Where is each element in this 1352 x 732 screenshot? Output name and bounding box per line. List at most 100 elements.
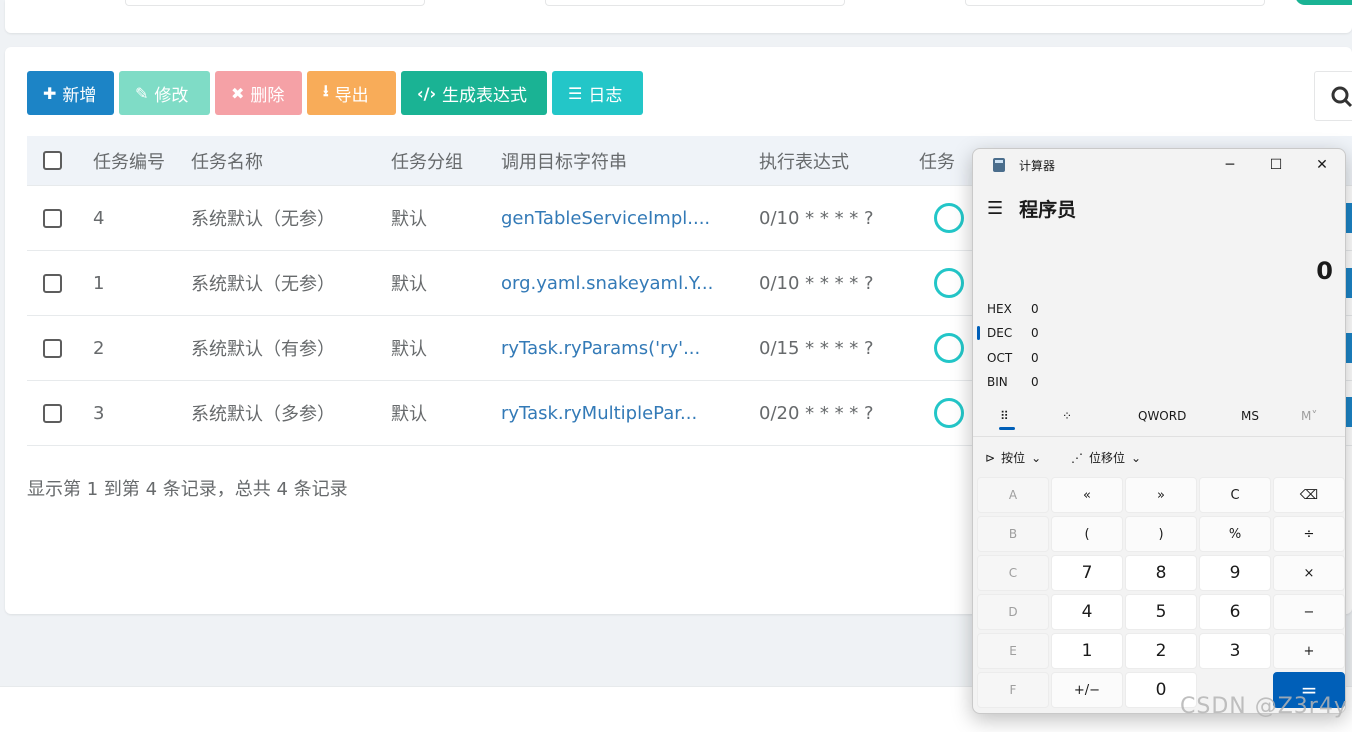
- key-add[interactable]: +: [1273, 633, 1345, 669]
- edit-icon: ✎: [135, 83, 149, 103]
- key-8[interactable]: 8: [1125, 555, 1197, 591]
- key-divide[interactable]: ÷: [1273, 516, 1345, 552]
- calculator-titlebar[interactable]: 计算器 ─ ☐ ✕: [973, 149, 1345, 181]
- memory-store-button[interactable]: MS: [1241, 409, 1259, 423]
- download-icon: ⭳: [323, 80, 329, 100]
- divider: [973, 436, 1345, 437]
- close-icon[interactable]: ✕: [1299, 149, 1345, 181]
- radix-selected-indicator: [977, 326, 980, 340]
- header-job-id[interactable]: 任务编号: [81, 148, 191, 174]
- key-6[interactable]: 6: [1199, 594, 1271, 630]
- cell-cron-expression: 0/10 * * * * ?: [759, 272, 874, 294]
- key-backspace[interactable]: ⌫: [1273, 477, 1345, 513]
- list-icon: ☰: [568, 83, 583, 103]
- cell-job-name: 系统默认（多参）: [191, 404, 335, 425]
- select-all-checkbox[interactable]: [43, 151, 62, 170]
- bitshift-dropdown[interactable]: ⋰ 位移位 ⌄: [1071, 449, 1141, 466]
- key-shift-right[interactable]: »: [1125, 477, 1197, 513]
- status-toggle[interactable]: [934, 398, 964, 428]
- radix-hex[interactable]: HEX 0: [987, 302, 1039, 316]
- plus-icon: ✚: [43, 83, 57, 103]
- header-invoke-target[interactable]: 调用目标字符串: [501, 148, 759, 174]
- search-icon: [1331, 86, 1352, 108]
- key-open-paren[interactable]: (: [1051, 516, 1123, 552]
- keypad-selected-indicator: [999, 427, 1015, 430]
- watermark: CSDN @Z3r4y: [1180, 694, 1348, 719]
- pagination-info: 显示第 1 到第 4 条记录，总共 4 条记录: [27, 479, 348, 500]
- calculator-app-icon: [993, 158, 1005, 172]
- bit-toggle-keypad-icon[interactable]: ⁘: [1062, 409, 1072, 423]
- full-keypad-icon[interactable]: ⠿: [1000, 409, 1009, 423]
- key-hex-f[interactable]: F: [977, 672, 1049, 708]
- cell-invoke-target-link[interactable]: ryTask.ryMultiplePar...: [501, 403, 759, 424]
- row-checkbox[interactable]: [43, 403, 62, 423]
- bitwise-dropdown[interactable]: ⊳ 按位 ⌄: [985, 449, 1041, 466]
- key-hex-a[interactable]: A: [977, 477, 1049, 513]
- memory-menu-button[interactable]: M˅: [1301, 409, 1317, 423]
- key-close-paren[interactable]: ): [1125, 516, 1197, 552]
- toolbar: ✚ 新增 ✎ 修改 ✖ 删除 ⭳ 导出 ‹/› 生成表达式 ☰ 日志: [27, 71, 643, 115]
- export-button[interactable]: ⭳ 导出: [307, 71, 396, 115]
- cell-job-group: 默认: [391, 209, 427, 230]
- search-field-1[interactable]: [125, 0, 425, 6]
- close-icon: ✖: [231, 83, 245, 103]
- maximize-icon[interactable]: ☐: [1253, 149, 1299, 181]
- key-modulo[interactable]: %: [1199, 516, 1271, 552]
- key-negate[interactable]: +/−: [1051, 672, 1123, 708]
- search-field-3[interactable]: [965, 0, 1265, 6]
- key-multiply[interactable]: ×: [1273, 555, 1345, 591]
- cell-job-name: 系统默认（无参）: [191, 274, 335, 295]
- add-button[interactable]: ✚ 新增: [27, 71, 114, 115]
- key-1[interactable]: 1: [1051, 633, 1123, 669]
- key-clear[interactable]: C: [1199, 477, 1271, 513]
- key-shift-left[interactable]: «: [1051, 477, 1123, 513]
- cell-cron-expression: 0/15 * * * * ?: [759, 337, 874, 359]
- search-field-2[interactable]: [545, 0, 845, 6]
- status-toggle[interactable]: [934, 203, 964, 233]
- radix-oct[interactable]: OCT 0: [987, 351, 1039, 365]
- header-cron-expression[interactable]: 执行表达式: [759, 148, 919, 174]
- cell-job-id: 3: [93, 402, 105, 424]
- search-form-panel: [5, 0, 1352, 33]
- status-toggle[interactable]: [934, 268, 964, 298]
- generate-expression-button[interactable]: ‹/› 生成表达式: [401, 71, 547, 115]
- cell-job-id: 4: [93, 207, 105, 229]
- menu-icon[interactable]: ☰: [987, 198, 1003, 219]
- key-3[interactable]: 3: [1199, 633, 1271, 669]
- header-job-group[interactable]: 任务分组: [391, 148, 501, 174]
- key-hex-d[interactable]: D: [977, 594, 1049, 630]
- cell-job-name: 系统默认（无参）: [191, 209, 335, 230]
- key-hex-c[interactable]: C: [977, 555, 1049, 591]
- word-size-button[interactable]: QWORD: [1138, 409, 1186, 423]
- radix-bin[interactable]: BIN 0: [987, 375, 1039, 389]
- key-subtract[interactable]: −: [1273, 594, 1345, 630]
- edit-button[interactable]: ✎ 修改: [119, 71, 210, 115]
- chevron-down-icon: ⌄: [1031, 450, 1042, 465]
- key-hex-b[interactable]: B: [977, 516, 1049, 552]
- delete-button[interactable]: ✖ 删除: [215, 71, 302, 115]
- row-checkbox[interactable]: [43, 338, 62, 358]
- cell-invoke-target-link[interactable]: ryTask.ryParams('ry'...: [501, 338, 759, 359]
- bitwise-icon: ⊳: [985, 450, 996, 465]
- header-status[interactable]: 任务: [919, 148, 979, 174]
- radix-dec[interactable]: DEC 0: [987, 326, 1039, 340]
- log-button[interactable]: ☰ 日志: [552, 71, 643, 115]
- calculator-window[interactable]: 计算器 ─ ☐ ✕ ☰ 程序员 0 HEX 0 DEC 0 OCT 0 BIN 0 ⠿ …: [972, 148, 1346, 714]
- minimize-icon[interactable]: ─: [1207, 149, 1253, 181]
- key-2[interactable]: 2: [1125, 633, 1197, 669]
- row-checkbox[interactable]: [43, 208, 62, 228]
- row-checkbox[interactable]: [43, 273, 62, 293]
- chevron-down-icon: ⌄: [1131, 450, 1142, 465]
- key-7[interactable]: 7: [1051, 555, 1123, 591]
- keypad-mode-row: ⠿ ⁘ QWORD MS M˅: [973, 403, 1345, 430]
- key-5[interactable]: 5: [1125, 594, 1197, 630]
- key-9[interactable]: 9: [1199, 555, 1271, 591]
- cell-invoke-target-link[interactable]: genTableServiceImpl....: [501, 208, 759, 229]
- search-toggle-button[interactable]: [1314, 71, 1352, 121]
- status-toggle[interactable]: [934, 333, 964, 363]
- search-button[interactable]: [1295, 0, 1352, 5]
- key-4[interactable]: 4: [1051, 594, 1123, 630]
- key-hex-e[interactable]: E: [977, 633, 1049, 669]
- header-job-name[interactable]: 任务名称: [191, 148, 391, 174]
- cell-invoke-target-link[interactable]: org.yaml.snakeyaml.Y...: [501, 273, 759, 294]
